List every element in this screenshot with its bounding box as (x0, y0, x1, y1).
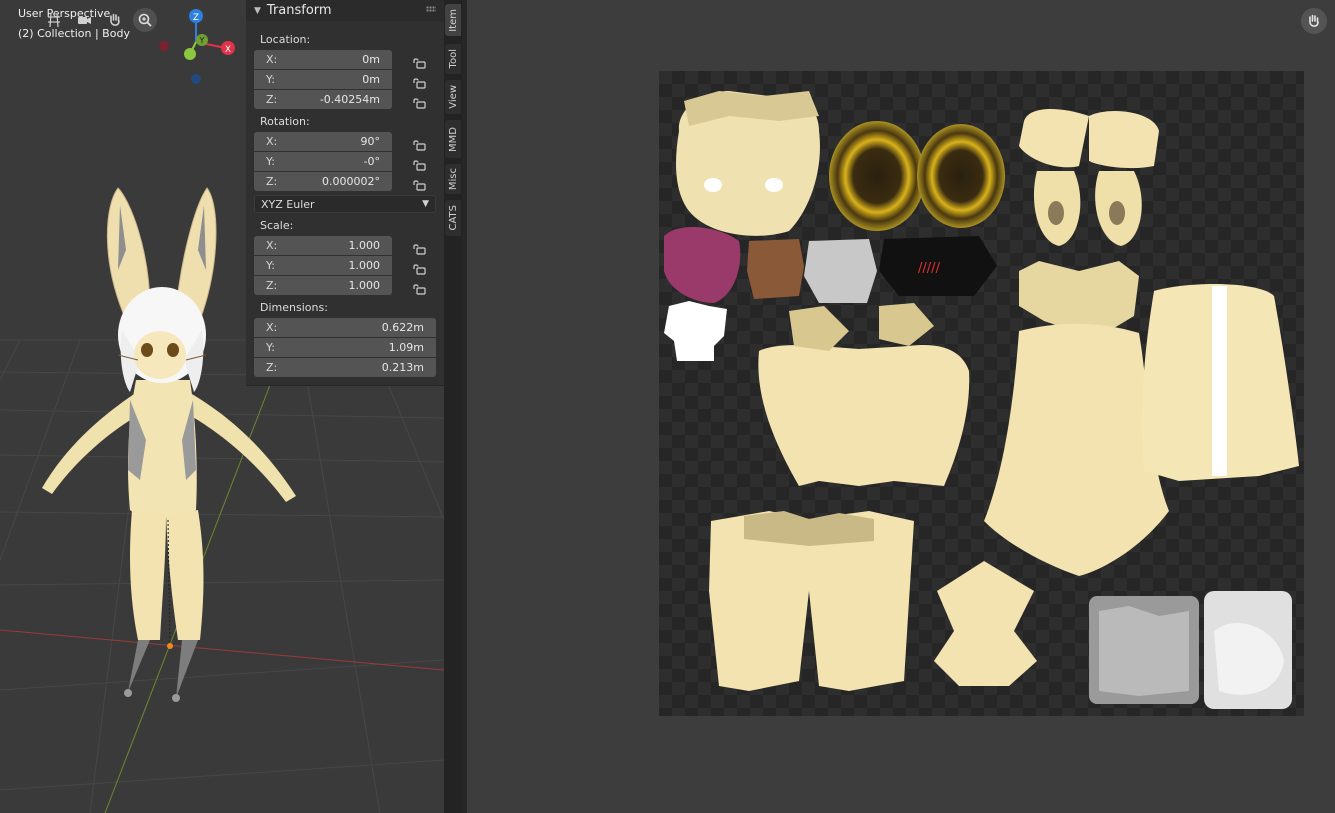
tab-view[interactable]: View (445, 80, 461, 114)
lock-icon[interactable] (412, 74, 426, 89)
navigation-gizmo[interactable]: Z X Y (150, 6, 242, 92)
location-z-field[interactable]: Z: -0.40254m (254, 90, 392, 109)
grid-icon[interactable] (42, 8, 66, 32)
scale-x-field[interactable]: X: 1.000 (254, 236, 392, 255)
lock-icon[interactable] (412, 176, 426, 191)
rotation-y-field[interactable]: Y: -0° (254, 152, 392, 171)
location-y-field[interactable]: Y: 0m (254, 70, 392, 89)
camera-icon[interactable] (72, 8, 96, 32)
transform-panel: ▼ Transform Location: X: 0m Y: 0m Z: -0.402… (246, 0, 444, 386)
3d-viewport[interactable]: User Perspective (2) Collection | Body Z… (0, 0, 444, 813)
scale-label: Scale: (260, 219, 294, 232)
tab-mmd[interactable]: MMD (445, 120, 461, 158)
gizmo-y-axis (184, 48, 196, 60)
rotation-label: Rotation: (260, 115, 310, 128)
sidebar-tabs: Item Tool View MMD Misc CATS (444, 0, 462, 813)
rotation-mode-value: XYZ Euler (261, 197, 315, 211)
lock-icon[interactable] (412, 260, 426, 275)
texture-image[interactable]: ///// (659, 71, 1304, 716)
dimensions-label: Dimensions: (260, 301, 328, 314)
lock-icon[interactable] (412, 94, 426, 109)
scale-z-field[interactable]: Z: 1.000 (254, 276, 392, 295)
svg-text:Z: Z (193, 13, 199, 23)
lock-icon[interactable] (412, 136, 426, 151)
rotation-x-field[interactable]: X: 90° (254, 132, 392, 151)
location-label: Location: (260, 33, 311, 46)
tab-tool[interactable]: Tool (445, 44, 461, 74)
drag-grip-icon[interactable] (426, 6, 436, 12)
rotation-mode-dropdown[interactable]: XYZ Euler ▼ (254, 195, 436, 213)
lock-icon[interactable] (412, 240, 426, 255)
uv-islands: ///// (664, 91, 1299, 709)
collapse-triangle-icon[interactable]: ▼ (254, 6, 261, 16)
tab-cats[interactable]: CATS (445, 200, 461, 236)
svg-text:Y: Y (199, 36, 205, 45)
uv-image-editor[interactable]: ///// (467, 0, 1335, 813)
location-x-field[interactable]: X: 0m (254, 50, 392, 69)
dimensions-z-field[interactable]: Z: 0.213m (254, 358, 436, 377)
dimensions-x-field[interactable]: X: 0.622m (254, 318, 436, 337)
transform-header[interactable]: ▼ Transform (246, 0, 444, 21)
chevron-down-icon: ▼ (422, 199, 429, 209)
tab-item[interactable]: Item (445, 4, 461, 36)
dimensions-y-field[interactable]: Y: 1.09m (254, 338, 436, 357)
scale-y-field[interactable]: Y: 1.000 (254, 256, 392, 275)
lock-icon[interactable] (412, 156, 426, 171)
hand-icon[interactable] (103, 8, 127, 32)
transform-title: Transform (266, 3, 332, 18)
pan-hand-icon[interactable] (1301, 8, 1327, 34)
svg-text:X: X (225, 45, 231, 55)
lock-icon[interactable] (412, 54, 426, 69)
texture-marking: ///// (918, 261, 941, 276)
lock-icon[interactable] (412, 280, 426, 295)
rotation-z-field[interactable]: Z: 0.000002° (254, 172, 392, 191)
tab-misc[interactable]: Misc (445, 164, 461, 194)
